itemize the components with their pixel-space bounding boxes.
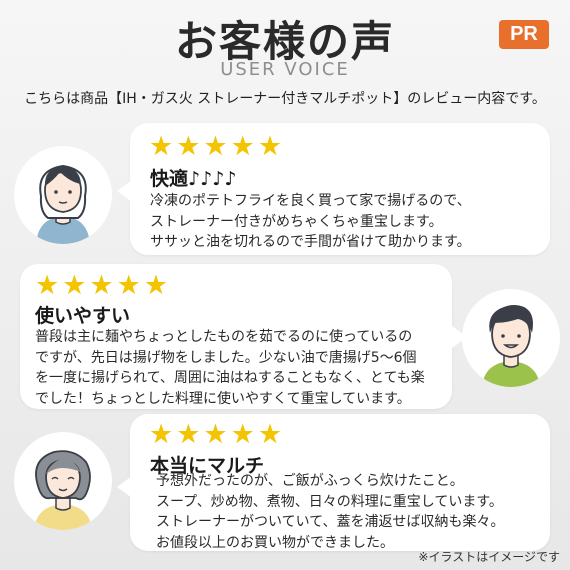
- star-rating-1: ★★★★★: [149, 131, 286, 162]
- illustration-note: ※イラストはイメージです: [418, 550, 560, 564]
- woman-avatar-icon: [14, 146, 112, 244]
- review-heading-2: 使いやすい: [35, 305, 131, 327]
- star-rating-2: ★★★★★: [35, 270, 172, 301]
- review-line: ですが、先日は揚げ物をしました。少ない油で唐揚げ5～6個: [35, 349, 417, 366]
- review-line: でした！ちょっとした料理に使いやすくて重宝しています。: [35, 390, 411, 407]
- man-avatar-icon: [462, 289, 560, 387]
- speech-tail-3: [117, 476, 132, 498]
- review-line: 予想外だったのが、ご飯がふっくら炊けたこと。: [156, 473, 464, 489]
- speech-tail-1: [117, 180, 132, 202]
- review-line: 冷凍のポテトフライを良く買って家で揚げるので、: [150, 193, 471, 209]
- review-line: スープ、炒め物、煮物、日々の料理に重宝しています。: [156, 493, 503, 510]
- review-line: ササッと油を切れるので手間が省けて助かります。: [150, 234, 471, 250]
- page-subtitle: USER VOICE: [220, 59, 350, 80]
- review-line: ストレーナー付きがめちゃくちゃ重宝します。: [150, 213, 443, 230]
- star-rating-3: ★★★★★: [149, 419, 286, 450]
- intro-text: こちらは商品【IH・ガス火 ストレーナー付きマルチポット】のレビュー内容です。: [24, 91, 546, 107]
- review-body-2: 普段は主に麺やちょっとしたものを茹でるのに使っているの ですが、先日は揚げ物をし…: [35, 327, 425, 409]
- pr-badge: PR: [499, 20, 549, 49]
- review-line: を一度に揚げられて、周囲に油はねすることもなく、とても楽: [35, 370, 425, 386]
- review-body-3: 予想外だったのが、ご飯がふっくら炊けたこと。 スープ、炒め物、煮物、日々の料理に…: [156, 471, 504, 553]
- older-woman-avatar-icon: [14, 432, 112, 530]
- review-heading-1: 快適♪♪♪♪: [150, 168, 237, 190]
- review-line: ストレーナーがついていて、蓋を浦返せば収納も楽々。: [156, 514, 505, 530]
- review-body-1: 冷凍のポテトフライを良く買って家で揚げるので、 ストレーナー付きがめちゃくちゃ重…: [150, 191, 471, 253]
- review-line: 普段は主に麺やちょっとしたものを茹でるのに使っているの: [35, 329, 413, 345]
